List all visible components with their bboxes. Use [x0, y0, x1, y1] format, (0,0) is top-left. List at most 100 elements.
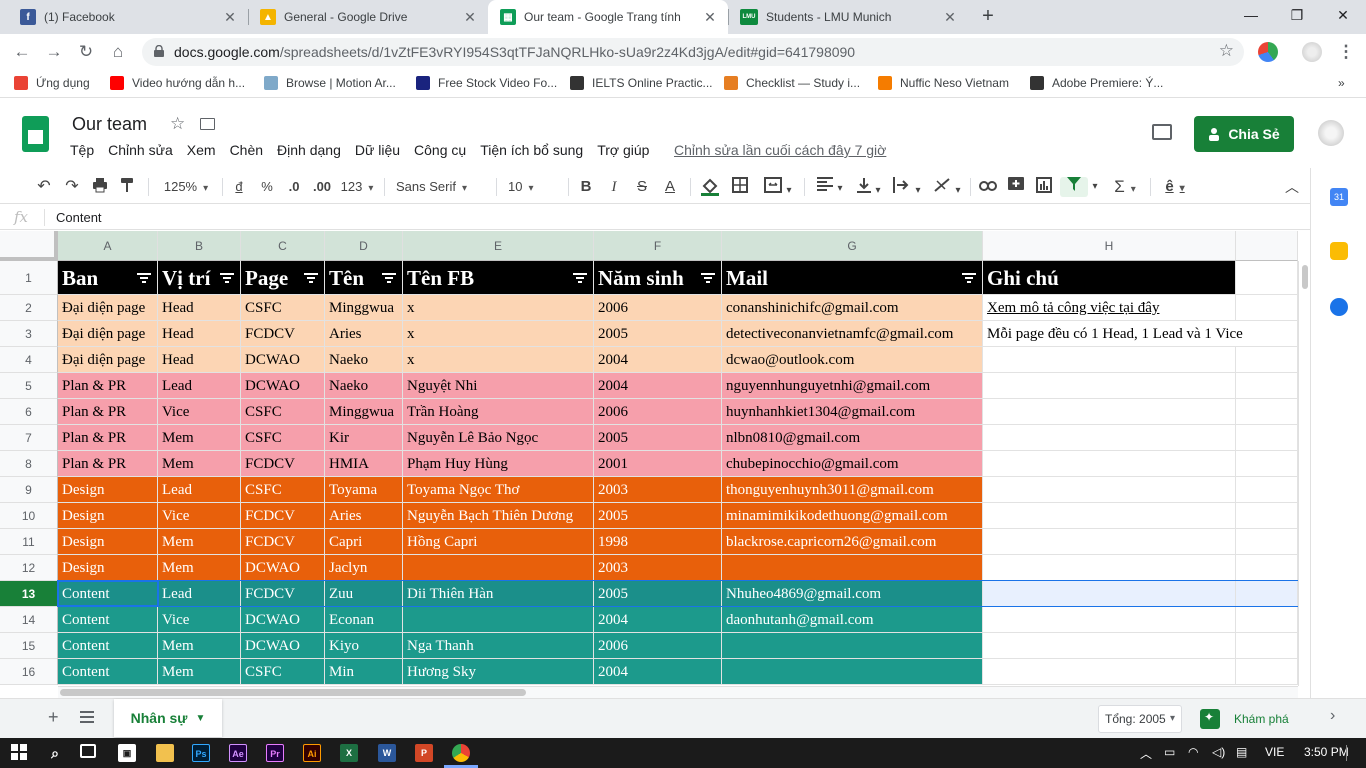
- insert-chart-icon[interactable]: [1034, 177, 1054, 197]
- cell[interactable]: Min: [325, 659, 403, 685]
- column-filter-icon[interactable]: [573, 273, 587, 283]
- sheets-logo-icon[interactable]: [22, 116, 49, 152]
- excel-icon[interactable]: X: [340, 744, 358, 762]
- cell[interactable]: blackrose.capricorn26@gmail.com: [722, 529, 983, 555]
- merge-cells-icon[interactable]: ▾: [760, 177, 796, 197]
- note-cell[interactable]: [983, 659, 1236, 685]
- bookmark-item[interactable]: IELTS Online Practic...: [570, 76, 713, 90]
- cell[interactable]: DCWAO: [241, 347, 325, 373]
- menu-item[interactable]: Tệp: [70, 142, 94, 158]
- percent-button[interactable]: %: [258, 177, 276, 197]
- row-header[interactable]: 7: [0, 425, 58, 451]
- cell[interactable]: 2004: [594, 373, 722, 399]
- column-header[interactable]: F: [594, 231, 722, 261]
- note-cell[interactable]: [983, 555, 1236, 581]
- note-cell[interactable]: [983, 425, 1236, 451]
- cell[interactable]: [1236, 477, 1298, 503]
- browser-menu-icon[interactable]: ⋮: [1334, 40, 1358, 64]
- cell[interactable]: Design: [58, 477, 158, 503]
- increase-decimal-button[interactable]: .00: [310, 177, 334, 197]
- cell[interactable]: x: [403, 347, 594, 373]
- cell[interactable]: 2004: [594, 347, 722, 373]
- cell[interactable]: Minggwua: [325, 399, 403, 425]
- powerpoint-icon[interactable]: P: [415, 744, 433, 762]
- cell[interactable]: Mem: [158, 425, 241, 451]
- header-cell[interactable]: Tên FB: [403, 261, 594, 295]
- cell[interactable]: Head: [158, 347, 241, 373]
- row-header[interactable]: 12: [0, 555, 58, 581]
- cell[interactable]: FCDCV: [241, 321, 325, 347]
- search-icon[interactable]: ⌕: [46, 744, 64, 762]
- bookmark-item[interactable]: Checklist — Study i...: [724, 76, 860, 90]
- cell[interactable]: Vice: [158, 503, 241, 529]
- cell[interactable]: Content: [58, 659, 158, 685]
- cell[interactable]: Vice: [158, 399, 241, 425]
- row-header[interactable]: 15: [0, 633, 58, 659]
- home-icon[interactable]: ⌂: [106, 40, 130, 64]
- cell[interactable]: daonhutanh@gmail.com: [722, 607, 983, 633]
- cell[interactable]: nguyennhunguyetnhi@gmail.com: [722, 373, 983, 399]
- column-header[interactable]: H: [983, 231, 1236, 261]
- cell[interactable]: [722, 633, 983, 659]
- cell[interactable]: DCWAO: [241, 633, 325, 659]
- undo-icon[interactable]: ↶: [34, 177, 54, 197]
- cell[interactable]: Content: [58, 581, 158, 607]
- cell[interactable]: [722, 659, 983, 685]
- fill-color-icon[interactable]: [700, 177, 720, 197]
- row-header[interactable]: 10: [0, 503, 58, 529]
- cell[interactable]: Head: [158, 321, 241, 347]
- cell[interactable]: dcwao@outlook.com: [722, 347, 983, 373]
- forward-icon[interactable]: →: [42, 40, 66, 64]
- strikethrough-icon[interactable]: S: [634, 177, 650, 197]
- cell[interactable]: [1236, 503, 1298, 529]
- doc-title[interactable]: Our team: [72, 114, 147, 135]
- column-header[interactable]: C: [241, 231, 325, 261]
- close-tab-icon[interactable]: ✕: [702, 9, 718, 26]
- cell[interactable]: [1236, 529, 1298, 555]
- cell[interactable]: Phạm Huy Hùng: [403, 451, 594, 477]
- cell[interactable]: Econan: [325, 607, 403, 633]
- browser-tab[interactable]: LMU Students - LMU Munich ✕: [728, 0, 968, 34]
- cell[interactable]: 2004: [594, 659, 722, 685]
- cell[interactable]: CSFC: [241, 425, 325, 451]
- cell[interactable]: Mem: [158, 529, 241, 555]
- cell[interactable]: [1236, 451, 1298, 477]
- cell[interactable]: Hồng Capri: [403, 529, 594, 555]
- row-header[interactable]: 1: [0, 261, 58, 295]
- more-formats-select[interactable]: 123: [340, 177, 374, 197]
- cell[interactable]: Aries: [325, 503, 403, 529]
- filter-views-dropdown-icon[interactable]: ▾: [1088, 177, 1102, 197]
- share-button[interactable]: Chia Sẻ: [1194, 116, 1294, 152]
- menu-item[interactable]: Chèn: [230, 142, 263, 158]
- cell[interactable]: chubepinocchio@gmail.com: [722, 451, 983, 477]
- cell[interactable]: [403, 555, 594, 581]
- column-header[interactable]: D: [325, 231, 403, 261]
- cell[interactable]: Nga Thanh: [403, 633, 594, 659]
- show-desktop-button[interactable]: [1346, 745, 1350, 761]
- all-sheets-icon[interactable]: [80, 711, 94, 723]
- column-header[interactable]: B: [158, 231, 241, 261]
- move-folder-icon[interactable]: [200, 118, 215, 130]
- cell[interactable]: Kir: [325, 425, 403, 451]
- column-header[interactable]: E: [403, 231, 594, 261]
- cell[interactable]: Jaclyn: [325, 555, 403, 581]
- menu-item[interactable]: Định dạng: [277, 142, 341, 158]
- close-tab-icon[interactable]: ✕: [222, 9, 238, 26]
- cell[interactable]: Nguyễn Lê Bảo Ngọc: [403, 425, 594, 451]
- close-tab-icon[interactable]: ✕: [942, 9, 958, 26]
- column-filter-icon[interactable]: [382, 273, 396, 283]
- text-wrapping-icon[interactable]: ▾: [890, 177, 924, 197]
- note-cell[interactable]: Mỗi page đều có 1 Head, 1 Lead và 1 Vice: [983, 321, 1243, 347]
- cell[interactable]: DCWAO: [241, 555, 325, 581]
- header-cell[interactable]: Page: [241, 261, 325, 295]
- collapse-menu-icon[interactable]: ︿: [1282, 177, 1302, 197]
- menu-item[interactable]: Công cụ: [414, 142, 466, 158]
- language-indicator[interactable]: VIE: [1265, 745, 1284, 759]
- photoshop-icon[interactable]: Ps: [192, 744, 210, 762]
- cell[interactable]: [1236, 399, 1298, 425]
- row-header[interactable]: 11: [0, 529, 58, 555]
- cell[interactable]: Naeko: [325, 373, 403, 399]
- print-icon[interactable]: [90, 177, 110, 197]
- insert-comment-icon[interactable]: [1006, 177, 1026, 197]
- bookmark-star-icon[interactable]: ☆: [1219, 41, 1234, 61]
